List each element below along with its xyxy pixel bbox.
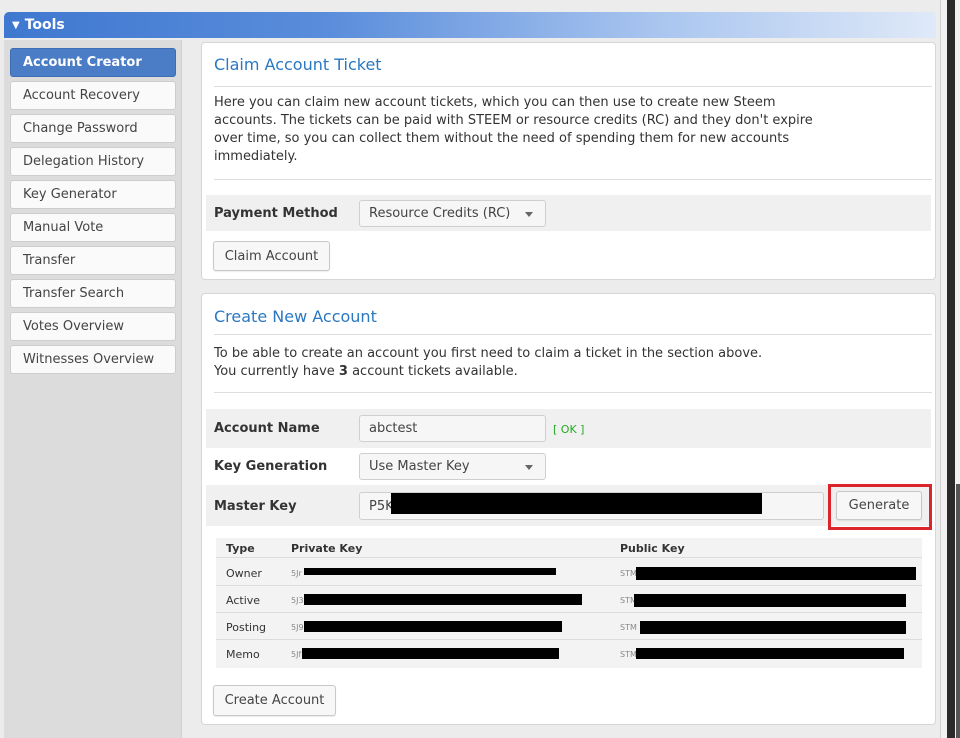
account-name-input[interactable]: abctest	[359, 415, 546, 442]
claim-description-line-1: Here you can claim new account tickets, …	[214, 95, 776, 110]
key-row-private-prefix-posting: 5J9	[291, 623, 304, 632]
key-row-divider	[216, 639, 922, 640]
key-generation-value: Use Master Key	[369, 459, 470, 474]
key-row-type-posting: Posting	[226, 621, 267, 634]
ticket-count: 3	[338, 364, 348, 379]
sidebar-item-witnesses-overview[interactable]: Witnesses Overview	[10, 345, 176, 374]
payment-method-value: Resource Credits (RC)	[369, 206, 511, 221]
account-name-ok-status: [ OK ]	[553, 423, 585, 436]
claim-description-line-3: over time, so you can collect them witho…	[214, 131, 790, 146]
master-key-redaction	[391, 493, 762, 514]
claim-description-divider	[214, 179, 932, 180]
key-row-type-active: Active	[226, 594, 261, 607]
keys-header-private: Private Key	[291, 542, 363, 555]
claim-panel-title: Claim Account Ticket	[214, 55, 382, 74]
create-title-divider	[214, 334, 932, 335]
create-account-panel: Create New Account To be able to create …	[201, 293, 936, 725]
chevron-down-icon	[525, 211, 533, 217]
create-panel-title: Create New Account	[214, 307, 377, 326]
key-row-private-prefix-owner: 5Jr	[291, 569, 302, 578]
claim-description-line-4: immediately.	[214, 149, 298, 164]
create-description-suffix: account tickets available.	[347, 364, 518, 379]
create-description-line-2: You currently have 3 account tickets ava…	[214, 363, 518, 381]
keys-header-divider	[216, 557, 922, 558]
sidebar-item-votes-overview[interactable]: Votes Overview	[10, 312, 176, 341]
private-key-redaction-posting	[304, 621, 562, 632]
generate-button-highlight	[828, 484, 932, 530]
scrollbar-thumb[interactable]	[947, 0, 955, 738]
claim-title-divider	[214, 86, 932, 87]
sidebar-item-account-creator[interactable]: Account Creator	[10, 48, 176, 77]
sidebar-item-manual-vote[interactable]: Manual Vote	[10, 213, 176, 242]
sidebar-item-transfer[interactable]: Transfer	[10, 246, 176, 275]
key-row-divider	[216, 612, 922, 613]
master-key-prefix: P5K	[369, 498, 394, 514]
account-name-label: Account Name	[214, 421, 320, 436]
key-row-divider	[216, 585, 922, 586]
tools-title: Tools	[24, 17, 65, 33]
payment-method-label: Payment Method	[214, 206, 338, 221]
keys-table: Type Private Key Public Key Owner 5Jr ST…	[216, 538, 922, 668]
sidebar-item-transfer-search[interactable]: Transfer Search	[10, 279, 176, 308]
key-row-type-owner: Owner	[226, 567, 262, 580]
key-row-private-prefix-active: 5J3	[291, 596, 304, 605]
sidebar-item-change-password[interactable]: Change Password	[10, 114, 176, 143]
key-generation-select[interactable]: Use Master Key	[359, 453, 546, 480]
scrollbar-thumb-secondary[interactable]	[956, 484, 960, 738]
payment-method-select[interactable]: Resource Credits (RC)	[359, 200, 546, 227]
key-row-public-prefix-owner: STM	[620, 569, 637, 578]
private-key-redaction-memo	[302, 648, 559, 659]
key-row-public-prefix-memo: STM	[620, 650, 637, 659]
key-row-public-prefix-posting: STM	[620, 623, 637, 632]
private-key-redaction-owner	[304, 568, 556, 575]
triangle-down-icon: ▼	[12, 19, 20, 31]
sidebar-item-account-recovery[interactable]: Account Recovery	[10, 81, 176, 110]
create-description-divider	[214, 392, 932, 393]
keys-header-type: Type	[226, 542, 255, 555]
sidebar-item-key-generator[interactable]: Key Generator	[10, 180, 176, 209]
create-description-line-1: To be able to create an account you firs…	[214, 346, 763, 361]
key-row-private-prefix-memo: 5Jf	[291, 650, 302, 659]
key-generation-label: Key Generation	[214, 459, 328, 474]
public-key-redaction-active	[634, 594, 906, 607]
public-key-redaction-memo	[636, 648, 904, 659]
master-key-label: Master Key	[214, 499, 297, 514]
create-description-prefix: You currently have	[214, 364, 339, 379]
private-key-redaction-active	[304, 594, 582, 605]
keys-header-public: Public Key	[620, 542, 685, 555]
sidebar: Account Creator Account Recovery Change …	[4, 40, 182, 738]
chevron-down-icon	[525, 464, 533, 470]
public-key-redaction-owner	[636, 567, 916, 580]
create-account-button[interactable]: Create Account	[213, 685, 336, 716]
key-row-type-memo: Memo	[226, 648, 260, 661]
claim-account-panel: Claim Account Ticket Here you can claim …	[201, 42, 936, 280]
public-key-redaction-posting	[640, 621, 906, 634]
claim-description-line-2: accounts. The tickets can be paid with S…	[214, 113, 813, 128]
sidebar-item-delegation-history[interactable]: Delegation History	[10, 147, 176, 176]
claim-account-button[interactable]: Claim Account	[213, 241, 330, 271]
tools-header[interactable]: ▼ Tools	[4, 12, 936, 38]
